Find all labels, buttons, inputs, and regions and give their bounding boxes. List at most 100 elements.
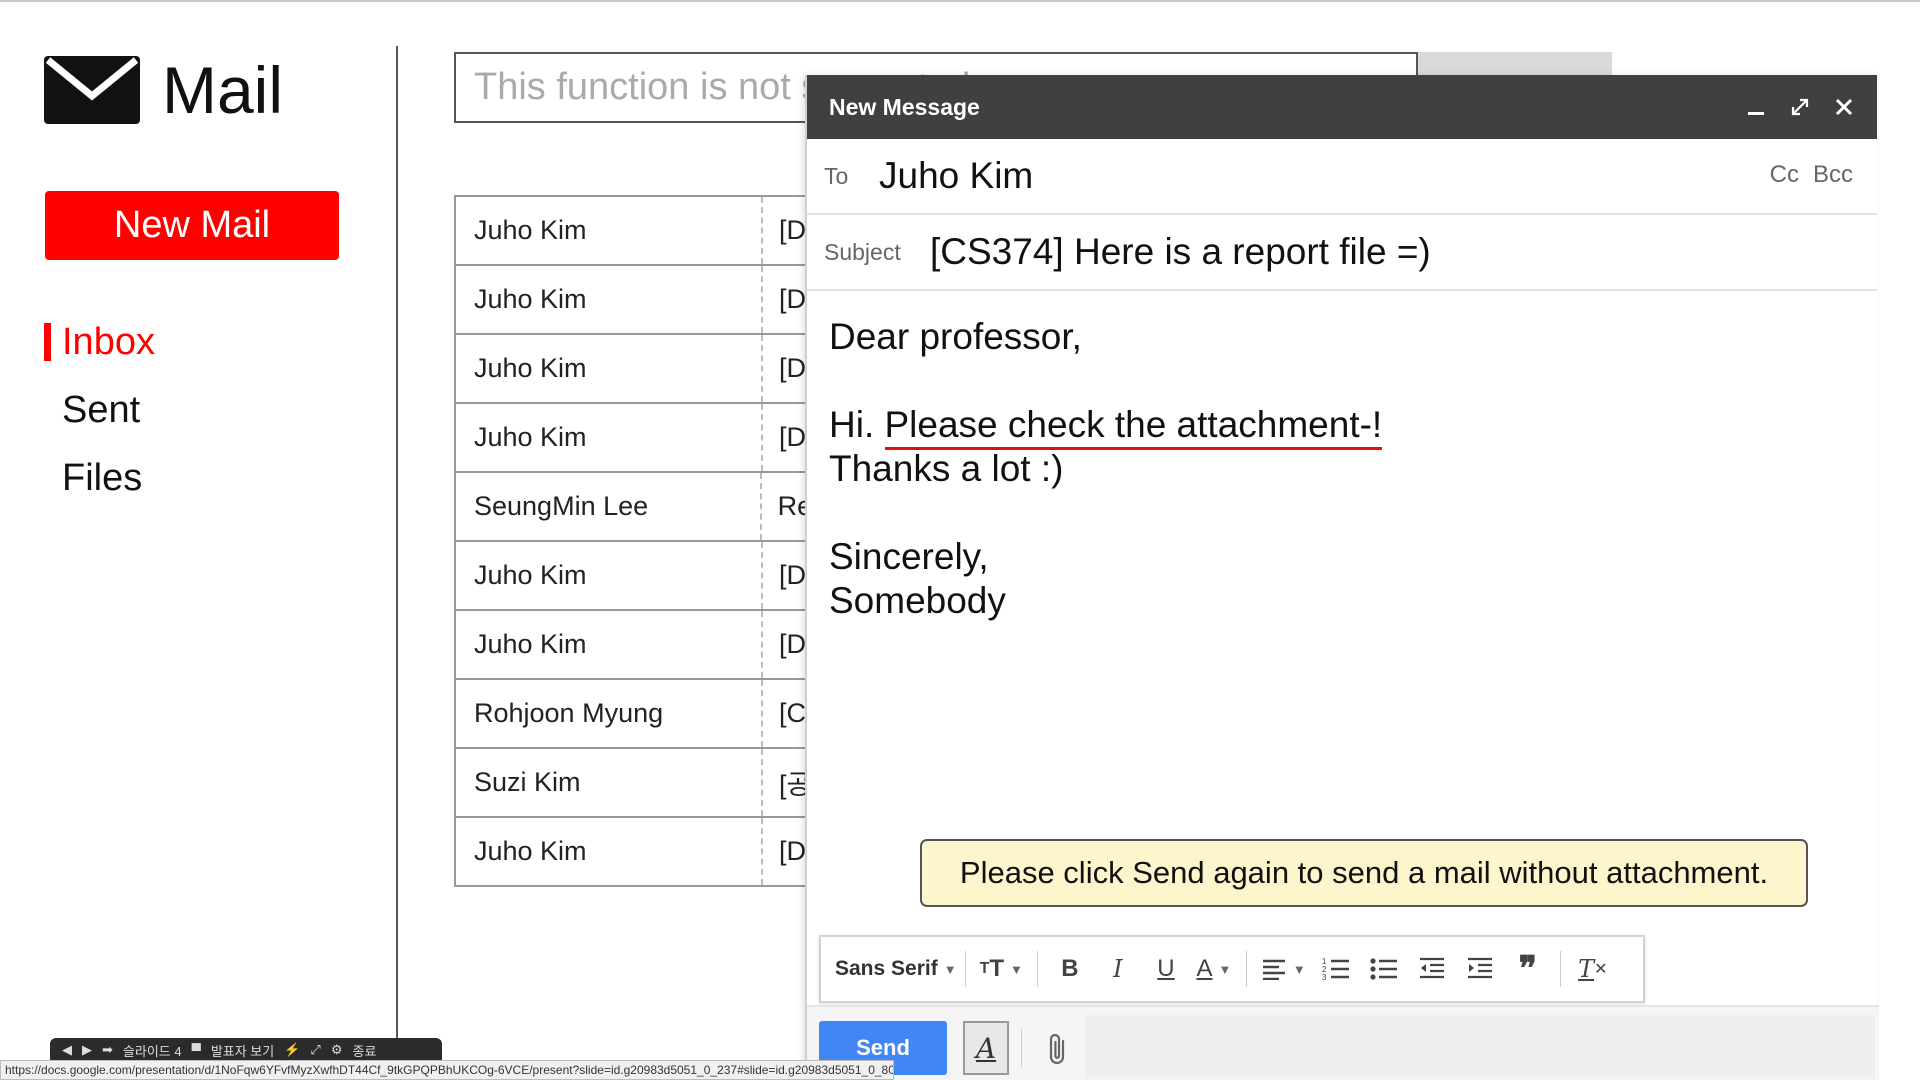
mail-subject: [D — [779, 629, 806, 659]
active-indicator — [44, 323, 51, 361]
search-button[interactable] — [1418, 52, 1612, 76]
toolbar-divider — [1245, 951, 1247, 987]
mail-subject: [D — [779, 284, 806, 314]
font-family-select[interactable]: Sans Serif ▼ — [835, 957, 957, 981]
mail-subject: [C — [779, 698, 806, 728]
sidebar-item-label: Inbox — [62, 320, 155, 363]
message-body[interactable]: Dear professor, Hi. Please check the att… — [807, 291, 1877, 623]
body-greeting: Dear professor, — [829, 316, 1082, 357]
body-line-1-prefix: Hi. — [829, 404, 885, 445]
font-size-icon[interactable]: T T ▼ — [980, 949, 1023, 989]
compose-title: New Message — [829, 93, 980, 120]
formatting-options-toggle[interactable]: A — [963, 1021, 1009, 1075]
sidebar-divider — [396, 46, 398, 1046]
spellcheck-underlined-text: Please check the attachment-! — [884, 404, 1383, 450]
subject-input[interactable]: [CS374] Here is a report file =) — [930, 231, 1431, 273]
mail-subject: [D — [779, 422, 806, 452]
toolbar-divider — [1559, 951, 1561, 987]
app-title: Mail — [162, 53, 284, 127]
sidebar-item-label: Files — [62, 456, 143, 499]
formatting-toolbar: Sans Serif ▼ T T ▼ B I U A ▼ ▼ 123 ❞ T ✕ — [819, 935, 1645, 1003]
mail-row[interactable]: Juho Kim [D — [456, 266, 812, 335]
end-link[interactable]: 종료 — [352, 1041, 376, 1060]
laser-icon[interactable]: ⚡ — [284, 1042, 300, 1058]
svg-text:3: 3 — [1322, 973, 1327, 982]
mail-sender: Juho Kim — [456, 542, 763, 609]
bulleted-list-icon[interactable] — [1366, 949, 1402, 989]
mail-sender: Juho Kim — [456, 335, 763, 402]
body-line-1: Hi. Please check the attachment-! — [829, 403, 1877, 450]
new-mail-button[interactable]: New Mail — [45, 191, 339, 260]
chevron-down-icon: ▼ — [943, 961, 957, 977]
quote-icon[interactable]: ❞ — [1510, 949, 1546, 989]
presenter-icon: ▀ — [191, 1042, 201, 1058]
body-line-2: Thanks a lot :) — [829, 448, 1064, 489]
to-field[interactable]: To Juho Kim Cc Bcc — [807, 139, 1877, 215]
minimize-icon[interactable] — [1745, 96, 1767, 118]
body-closing: Sincerely, — [829, 536, 989, 577]
back-icon[interactable]: ◀ — [62, 1042, 72, 1058]
mail-row[interactable]: Rohjoon Myung [C — [456, 680, 812, 749]
underline-icon[interactable]: U — [1148, 949, 1184, 989]
forward-icon[interactable]: ➡ — [102, 1042, 113, 1058]
mail-sender: Juho Kim — [456, 197, 763, 264]
to-label: To — [824, 162, 849, 189]
presenter-view-link[interactable]: 발표자 보기 — [211, 1041, 274, 1060]
mail-sender: Juho Kim — [456, 611, 763, 678]
mail-sender: Suzi Kim — [456, 749, 763, 816]
text-color-icon[interactable]: A ▼ — [1196, 949, 1232, 989]
paperclip-icon[interactable] — [1043, 1031, 1073, 1067]
mail-sender: Juho Kim — [456, 404, 763, 471]
subject-field[interactable]: Subject [CS374] Here is a report file =) — [807, 215, 1877, 291]
numbered-list-icon[interactable]: 123 — [1318, 949, 1354, 989]
bcc-link[interactable]: Bcc — [1813, 161, 1853, 189]
mail-app: Mail New Mail Inbox Sent Files This func… — [0, 0, 1920, 1080]
indent-less-icon[interactable] — [1414, 949, 1450, 989]
sidebar-item-label: Sent — [62, 388, 141, 431]
mail-row[interactable]: SeungMin Lee Re — [456, 473, 812, 542]
expand-icon[interactable] — [1789, 96, 1811, 118]
mail-subject: [D — [779, 836, 806, 866]
mail-row[interactable]: Juho Kim [D — [456, 611, 812, 680]
slide-selector[interactable]: 슬라이드 4 — [123, 1041, 182, 1060]
mail-row[interactable]: Juho Kim [D — [456, 818, 812, 887]
to-recipient[interactable]: Juho Kim — [879, 155, 1033, 197]
bold-icon[interactable]: B — [1052, 949, 1088, 989]
cc-link[interactable]: Cc — [1770, 161, 1799, 189]
mail-list: Juho Kim [D Juho Kim [D Juho Kim [D Juho Ki… — [454, 195, 814, 887]
sidebar-nav: Inbox Sent Files — [44, 308, 324, 512]
compose-header[interactable]: New Message — [807, 75, 1877, 139]
sidebar-item-inbox[interactable]: Inbox — [44, 308, 324, 376]
play-icon[interactable]: ▶ — [82, 1042, 92, 1058]
mail-row[interactable]: Juho Kim [D — [456, 404, 812, 473]
toolbar-divider — [964, 951, 966, 987]
italic-icon[interactable]: I — [1100, 949, 1136, 989]
subject-label: Subject — [824, 238, 901, 265]
envelope-icon — [44, 56, 140, 124]
attachment-warning: Please click Send again to send a mail w… — [920, 839, 1808, 907]
mail-sender: Rohjoon Myung — [456, 680, 763, 747]
body-signature: Somebody — [829, 580, 1006, 621]
top-divider — [0, 0, 1920, 2]
mail-row[interactable]: Juho Kim [D — [456, 542, 812, 611]
align-icon[interactable]: ▼ — [1261, 949, 1306, 989]
mail-subject: [D — [779, 215, 806, 245]
window-controls — [1745, 96, 1855, 118]
font-family-label: Sans Serif — [835, 957, 938, 980]
mail-row[interactable]: Juho Kim [D — [456, 335, 812, 404]
toolbar-divider — [1036, 951, 1038, 987]
gear-icon[interactable]: ⚙ — [331, 1042, 343, 1058]
indent-more-icon[interactable] — [1462, 949, 1498, 989]
clear-formatting-icon[interactable]: T ✕ — [1575, 949, 1611, 989]
mail-sender: Juho Kim — [456, 818, 763, 885]
sidebar-item-sent[interactable]: Sent — [44, 376, 324, 444]
compose-footer: Send A — [807, 1005, 1879, 1080]
cc-bcc-links: Cc Bcc — [1770, 161, 1853, 189]
sidebar-item-files[interactable]: Files — [44, 444, 324, 512]
mail-subject: [D — [779, 353, 806, 383]
close-icon[interactable] — [1833, 96, 1855, 118]
mail-row[interactable]: Suzi Kim [공 — [456, 749, 812, 818]
mail-row[interactable]: Juho Kim [D — [456, 197, 812, 266]
fullscreen-icon[interactable]: ⤢ — [310, 1042, 320, 1058]
app-logo: Mail — [44, 56, 283, 124]
